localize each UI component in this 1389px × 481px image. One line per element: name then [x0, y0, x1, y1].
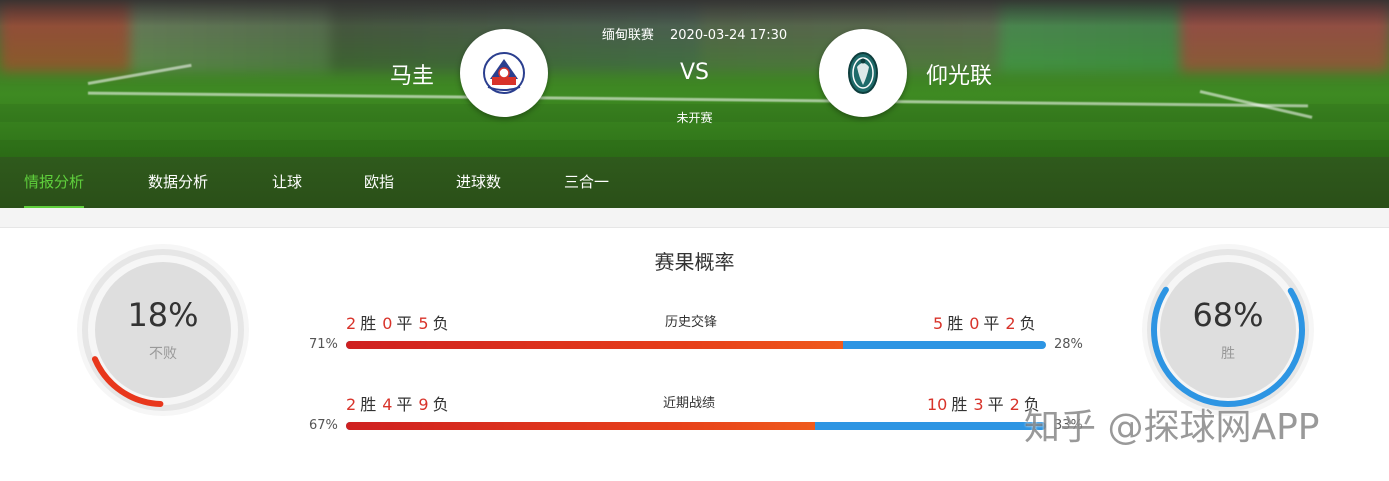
loss-word: 负 — [432, 395, 449, 414]
match-header: 缅甸联赛 2020-03-24 17:30 马圭 VS 未开赛 仰光联 — [0, 0, 1389, 157]
versus-text: VS — [679, 60, 709, 85]
tab-data-analysis[interactable]: 数据分析 — [148, 157, 208, 208]
h2h-away-wins: 5 — [933, 314, 944, 333]
match-datetime: 2020-03-24 17:30 — [670, 28, 788, 43]
h2h-away-record: 5胜0平2负 — [933, 310, 1042, 334]
recent-home-record: 2胜4平9负 — [346, 391, 455, 415]
tab-handicap[interactable]: 让球 — [272, 157, 302, 208]
divider-band — [0, 208, 1389, 228]
h2h-away-draws: 0 — [969, 314, 980, 333]
recent-bar-home-fill — [346, 422, 815, 430]
away-ring-percent: 68% — [1192, 296, 1264, 334]
loss-word: 负 — [1019, 314, 1036, 333]
h2h-home-record: 2胜0平5负 — [346, 310, 455, 334]
recent-home-percent: 67% — [309, 418, 338, 433]
draw-word: 平 — [396, 314, 413, 333]
h2h-bar-home-fill — [346, 341, 843, 349]
recent-away-wins: 10 — [927, 395, 948, 414]
h2h-label: 历史交锋 — [664, 315, 717, 330]
recent-bar — [346, 422, 1046, 430]
h2h-home-losses: 5 — [418, 314, 429, 333]
home-ring-percent: 18% — [127, 296, 199, 334]
league-name: 缅甸联赛 — [601, 28, 654, 43]
recent-home-draws: 4 — [382, 395, 393, 414]
h2h-home-percent: 71% — [309, 337, 338, 352]
win-word: 胜 — [360, 314, 377, 333]
draw-word: 平 — [983, 314, 1000, 333]
recent-form-label: 近期战绩 — [662, 396, 715, 411]
away-ring-label: 胜 — [1221, 346, 1235, 362]
tab-three-in-one[interactable]: 三合一 — [564, 157, 609, 208]
away-team-name[interactable]: 仰光联 — [926, 58, 992, 90]
h2h-away-percent: 28% — [1054, 337, 1083, 352]
home-ring-label: 不败 — [149, 346, 177, 362]
h2h-home-wins: 2 — [346, 314, 357, 333]
h2h-bar — [346, 341, 1046, 349]
recent-home-wins: 2 — [346, 395, 357, 414]
away-team-logo[interactable] — [819, 29, 907, 117]
tab-goals[interactable]: 进球数 — [456, 157, 501, 208]
h2h-away-losses: 2 — [1005, 314, 1016, 333]
match-status: 未开赛 — [676, 111, 713, 125]
home-probability-ring: 18% 不败 — [75, 242, 251, 418]
away-probability-ring: 68% 胜 — [1140, 242, 1316, 418]
zhihu-watermark: 知乎 @探球网APP — [1024, 407, 1320, 448]
win-word: 胜 — [951, 395, 968, 414]
draw-word: 平 — [396, 395, 413, 414]
win-word: 胜 — [360, 395, 377, 414]
recent-home-losses: 9 — [418, 395, 429, 414]
draw-word: 平 — [987, 395, 1004, 414]
league-and-time: 缅甸联赛 2020-03-24 17:30 — [0, 24, 1389, 43]
tab-european-odds[interactable]: 欧指 — [364, 157, 394, 208]
loss-word: 负 — [432, 314, 449, 333]
analysis-tab-bar: 情报分析 数据分析 让球 欧指 进球数 三合一 — [0, 157, 1389, 208]
win-word: 胜 — [947, 314, 964, 333]
yangon-united-crest-icon — [848, 52, 878, 94]
recent-away-losses: 2 — [1009, 395, 1020, 414]
h2h-home-draws: 0 — [382, 314, 393, 333]
tab-intel-analysis[interactable]: 情报分析 — [24, 157, 85, 208]
recent-away-draws: 3 — [973, 395, 984, 414]
